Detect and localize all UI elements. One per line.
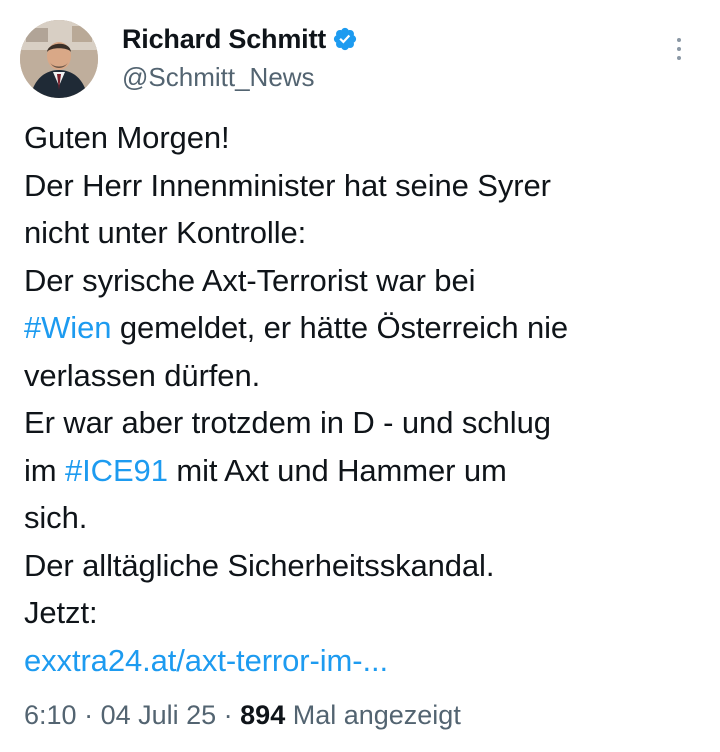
tweet-line: nicht unter Kontrolle: [24, 209, 704, 257]
hashtag-link[interactable]: #Wien [24, 310, 111, 345]
more-options-icon[interactable] [674, 38, 684, 68]
tweet-date[interactable]: 04 Juli 25 [101, 700, 217, 730]
tweet-text-segment: Er war aber trotzdem in D - und schlug [24, 405, 551, 440]
tweet-text-segment: nicht unter Kontrolle: [24, 215, 307, 250]
tweet-text-segment: Der alltägliche Sicherheitsskandal. [24, 547, 495, 583]
tweet-text-segment: Der syrische Axt-Terrorist war bei [24, 262, 476, 298]
tweet-line: verlassen dürfen. [24, 352, 704, 400]
url-link[interactable]: exxtra24.at/axt-terror-im-... [24, 643, 388, 678]
tweet-line: Er war aber trotzdem in D - und schlug [24, 399, 704, 447]
tweet-meta: 6:10 · 04 Juli 25 · 894 Mal angezeigt [24, 700, 461, 731]
avatar-image [20, 20, 98, 98]
author-name[interactable]: Richard Schmitt [122, 24, 326, 55]
tweet-text-segment: im [24, 452, 66, 488]
tweet-line: Guten Morgen! [24, 114, 704, 162]
views-label: Mal angezeigt [285, 700, 461, 730]
tweet-line: #Wien gemeldet, er hätte Österreich nie [24, 304, 704, 352]
tweet-text-segment: Guten Morgen! [24, 120, 230, 155]
tweet-line: exxtra24.at/axt-terror-im-... [24, 637, 704, 685]
hashtag-link[interactable]: #ICE91 [65, 453, 168, 488]
tweet-text-segment: Jetzt: [24, 595, 98, 630]
tweet-text-segment: verlassen dürfen. [24, 357, 261, 393]
tweet-line: Jetzt: [24, 589, 704, 637]
tweet-line: im #ICE91 mit Axt und Hammer um [24, 447, 704, 495]
tweet-time[interactable]: 6:10 [24, 700, 77, 730]
tweet-line: Der Herr Innenminister hat seine Syrer [24, 162, 704, 210]
tweet-line: sich. [24, 494, 704, 542]
tweet-header: Richard Schmitt @Schmitt_News [20, 20, 700, 100]
tweet-text: Guten Morgen! Der Herr Innenminister hat … [24, 114, 704, 684]
avatar[interactable] [20, 20, 98, 98]
verified-badge-icon [332, 26, 358, 52]
name-row: Richard Schmitt [122, 22, 358, 56]
tweet-line: Der syrische Axt-Terrorist war bei [24, 257, 704, 305]
tweet-text-segment: sich. [24, 500, 88, 535]
tweet-card: Richard Schmitt @Schmitt_News Guten Morg… [0, 0, 720, 752]
meta-separator: · [76, 700, 101, 730]
tweet-text-segment: gemeldet, er hätte Österreich nie [111, 310, 569, 345]
author-identity: Richard Schmitt @Schmitt_News [122, 22, 358, 93]
tweet-line: Der alltägliche Sicherheitsskandal. [24, 542, 704, 590]
author-handle[interactable]: @Schmitt_News [122, 62, 358, 93]
views-count: 894 [240, 700, 286, 730]
tweet-text-segment: mit Axt und Hammer um [167, 452, 507, 488]
meta-separator: · [216, 700, 241, 730]
tweet-text-segment: Der Herr Innenminister hat seine Syrer [24, 167, 551, 203]
